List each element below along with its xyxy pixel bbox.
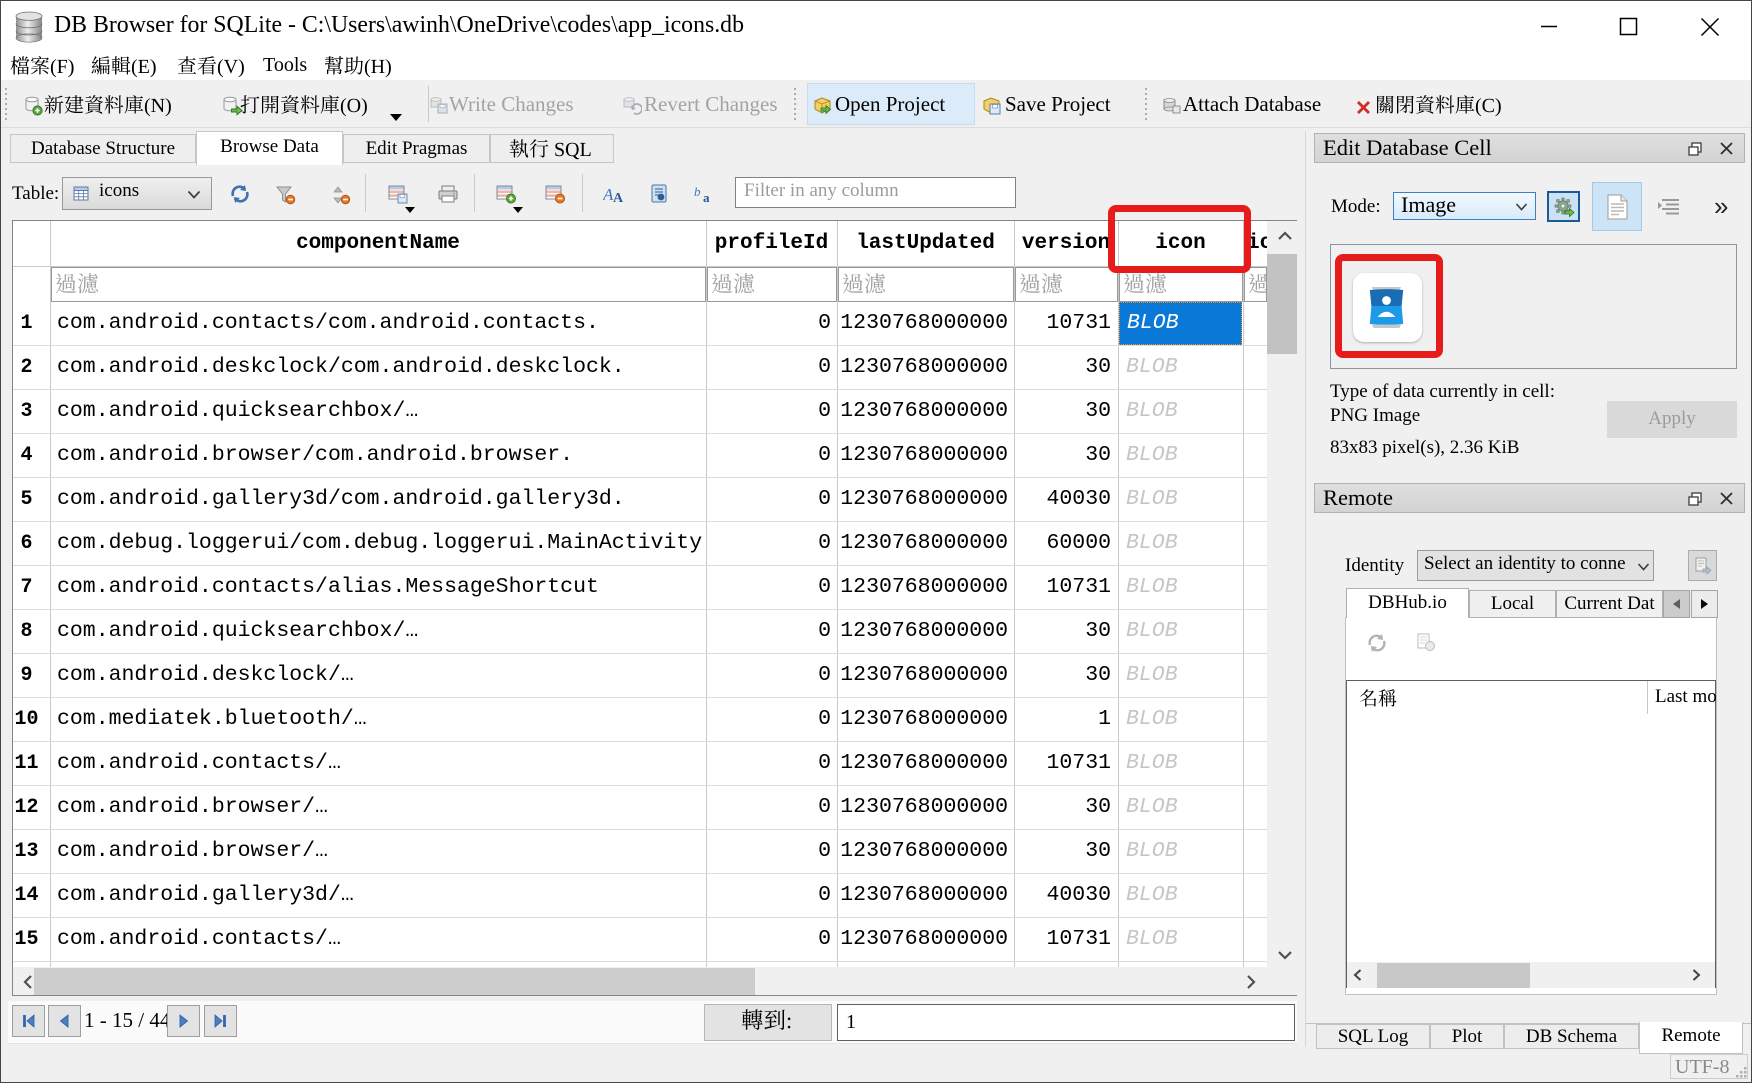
svg-text:b: b	[694, 184, 701, 199]
svg-text:a: a	[703, 190, 710, 204]
svg-text:A: A	[613, 191, 624, 204]
